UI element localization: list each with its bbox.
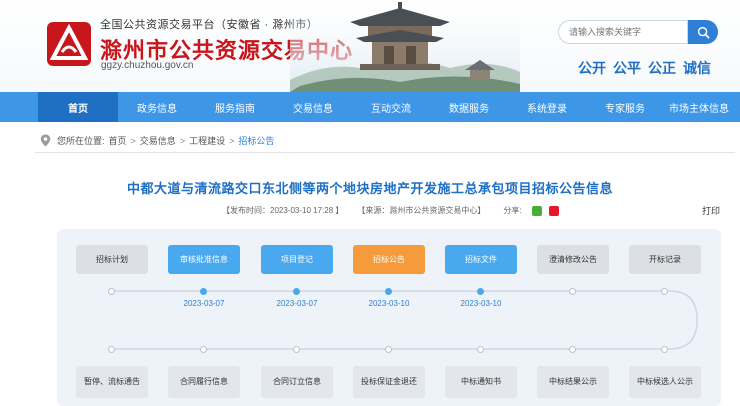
timeline-dot [477,346,484,353]
nav-item-home[interactable]: 首页 [38,92,118,122]
article-meta: 【发布时间：2023-03-10 17:28 】 【来源：滁州市公共资源交易中心… [222,205,563,216]
timeline-dot [569,288,576,295]
slogan-item: 公正 [648,60,676,76]
step-bid-opening-record[interactable]: 开标记录 [629,245,701,274]
step-contract-performance[interactable]: 合同履行信息 [168,366,240,398]
site-logo-icon [47,22,91,66]
site-domain: ggzy.chuzhou.gov.cn [101,60,194,71]
search-input[interactable] [558,20,688,44]
platform-name: 全国公共资源交易平台（安徽省 · 滁州市） [100,19,319,31]
nav-item-login[interactable]: 系统登录 [508,92,586,122]
timeline-dot [293,346,300,353]
breadcrumb-separator-icon: > [229,135,235,146]
publish-time: 【发布时间：2023-03-10 17:28 】 [222,206,344,215]
timeline-dot [385,346,392,353]
slogans: 公开 公平 公正 诚信 [578,58,711,78]
timeline-dot [661,346,668,353]
timeline-dot [200,288,207,295]
article-title: 中都大道与清流路交口东北侧等两个地块房地产开发施工总承包项目招标公告信息 [126,181,613,196]
timeline-dot [661,288,668,295]
breadcrumb: 您所在位置: 首页 > 交易信息 > 工程建设 > 招标公告 [40,134,274,147]
step-candidate-publicity[interactable]: 中标候选人公示 [629,366,701,398]
wechat-share-icon[interactable] [531,205,542,216]
search-icon [697,26,709,38]
share-label: 分享: [503,206,522,215]
step-bid-plan[interactable]: 招标计划 [76,245,148,274]
nav-item-service-guide[interactable]: 服务指南 [196,92,274,122]
step-project-registration[interactable]: 项目登记 [261,245,333,274]
step-date: 2023-03-10 [460,299,502,308]
step-date: 2023-03-07 [183,299,225,308]
step-approval-info[interactable]: 审核批准信息 [168,245,240,274]
breadcrumb-engineering[interactable]: 工程建设 [189,134,225,147]
breadcrumb-separator-icon: > [179,135,186,146]
breadcrumb-current[interactable]: 招标公告 [238,134,274,147]
step-date: 2023-03-07 [276,299,318,308]
breadcrumb-home[interactable]: 首页 [109,134,127,147]
step-bid-documents[interactable]: 招标文件 [445,245,517,274]
nav-item-market-entity[interactable]: 市场主体信息 [664,92,734,122]
step-bid-announcement[interactable]: 招标公告 [353,245,425,274]
site-header: 全国公共资源交易平台（安徽省 · 滁州市） 滁州市公共资源交易中心 ggzy.c… [0,0,740,92]
breadcrumb-trade-info[interactable]: 交易信息 [140,134,176,147]
step-award-result[interactable]: 中标结果公示 [537,366,609,398]
nav-item-government-info[interactable]: 政务信息 [118,92,196,122]
slogan-item: 公平 [613,60,641,76]
print-button[interactable]: 打印 [702,204,720,217]
slogan-item: 诚信 [683,60,711,76]
pavilion-banner-image [290,0,520,92]
timeline-dot [200,346,207,353]
process-flow: 招标计划 审核批准信息 项目登记 招标公告 招标文件 澄清修改公告 开标记录 2… [57,229,721,406]
nav-item-interaction[interactable]: 互动交流 [352,92,430,122]
search-button[interactable] [688,20,718,44]
step-suspension-notice[interactable]: 暂停、流标通告 [76,366,148,398]
divider [35,152,735,153]
step-contract-signing[interactable]: 合同订立信息 [261,366,333,398]
nav-item-expert-service[interactable]: 专家服务 [586,92,664,122]
step-date: 2023-03-10 [368,299,410,308]
step-deposit-refund[interactable]: 投标保证金退还 [353,366,425,398]
weibo-share-icon[interactable] [548,205,559,216]
timeline-dot [108,346,115,353]
timeline-dot [385,288,392,295]
main-nav: 首页 政务信息 服务指南 交易信息 互动交流 数据服务 系统登录 专家服务 市场… [0,92,740,122]
breadcrumb-prefix: 您所在位置: [57,136,105,146]
step-award-notice[interactable]: 中标通知书 [445,366,517,398]
timeline-dot [569,346,576,353]
timeline-dot [293,288,300,295]
slogan-item: 公开 [578,60,606,76]
location-pin-icon [40,134,51,147]
article-source: 【来源：滁州市公共资源交易中心】 [357,206,486,215]
timeline-dot [108,288,115,295]
nav-item-data-service[interactable]: 数据服务 [430,92,508,122]
timeline-dot [477,288,484,295]
nav-item-trade-info[interactable]: 交易信息 [274,92,352,122]
step-clarification-notice[interactable]: 澄清修改公告 [537,245,609,274]
breadcrumb-separator-icon: > [130,135,136,146]
